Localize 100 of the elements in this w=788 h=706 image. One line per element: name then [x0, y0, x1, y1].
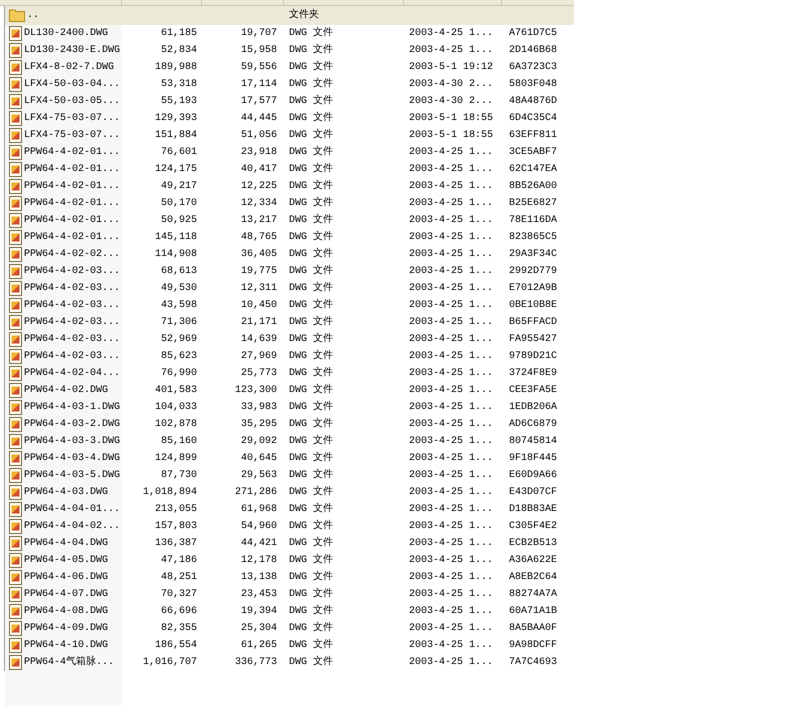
crc-value: 9F18F445	[509, 453, 558, 464]
crc-value: 2992D779	[509, 266, 558, 277]
modified-time: 2003-4-25 1...	[409, 147, 494, 158]
file-icon	[9, 638, 22, 653]
file-name: PPW64-4-07.DWG	[24, 588, 108, 602]
file-type: DWG 文件	[289, 419, 334, 430]
file-icon	[9, 366, 22, 381]
file-name: PPW64-4-02-03...	[24, 299, 120, 313]
file-icon	[9, 179, 22, 194]
file-name: PPW64-4-03-1.DWG	[24, 401, 120, 415]
file-name: PPW64-4-04-01...	[24, 503, 120, 517]
file-size: 145,118	[154, 232, 197, 243]
packed-size: 61,968	[240, 504, 277, 515]
file-icon	[9, 417, 22, 432]
file-icon	[9, 281, 22, 296]
packed-size: 13,217	[240, 215, 277, 226]
file-size: 1,018,894	[142, 487, 197, 498]
crc-value: E43D07CF	[509, 487, 558, 498]
modified-time: 2003-5-1 18:55	[409, 130, 494, 141]
modified-time: 2003-4-25 1...	[409, 487, 494, 498]
file-icon	[9, 553, 22, 568]
file-name: PPW64-4-02-03...	[24, 333, 120, 347]
packed-size: 44,421	[240, 538, 277, 549]
file-name: PPW64-4-05.DWG	[24, 554, 108, 568]
crc-value: 3CE5ABF7	[509, 147, 558, 158]
file-icon	[9, 315, 22, 330]
file-name: PPW64-4-04.DWG	[24, 537, 108, 551]
file-type: DWG 文件	[289, 504, 334, 515]
file-name: PPW64-4-02-01...	[24, 146, 120, 160]
crc-value: 78E116DA	[509, 215, 558, 226]
modified-time: 2003-4-25 1...	[409, 249, 494, 260]
modified-time: 2003-4-25 1...	[409, 589, 494, 600]
packed-size: 19,394	[240, 606, 277, 617]
file-type: DWG 文件	[289, 300, 334, 311]
file-icon	[9, 111, 22, 126]
file-icon	[9, 587, 22, 602]
packed-size: 17,577	[240, 96, 277, 107]
file-icon	[9, 77, 22, 92]
file-size: 76,601	[160, 147, 197, 158]
file-name: PPW64-4-06.DWG	[24, 571, 108, 585]
crc-value: 7A7C4693	[509, 657, 558, 668]
file-icon	[9, 570, 22, 585]
file-size: 186,554	[154, 640, 197, 651]
folder-icon	[9, 9, 25, 22]
modified-time: 2003-4-30 2...	[409, 96, 494, 107]
crc-value: 80745814	[509, 436, 558, 447]
file-icon	[9, 536, 22, 551]
file-type: DWG 文件	[289, 640, 334, 651]
file-icon	[9, 502, 22, 517]
file-name: LFX4-50-03-04...	[24, 78, 120, 92]
modified-time: 2003-4-25 1...	[409, 317, 494, 328]
packed-size: 271,286	[234, 487, 277, 498]
file-size: 52,834	[160, 45, 197, 56]
file-icon	[9, 485, 22, 500]
modified-time: 2003-4-25 1...	[409, 538, 494, 549]
file-name: PPW64-4-02.DWG	[24, 384, 108, 398]
packed-size: 54,960	[240, 521, 277, 532]
file-type: DWG 文件	[289, 283, 334, 294]
file-icon	[9, 434, 22, 449]
crc-value: E7012A9B	[509, 283, 558, 294]
file-size: 47,186	[160, 555, 197, 566]
file-type: DWG 文件	[289, 555, 334, 566]
crc-value: 29A3F34C	[509, 249, 558, 260]
file-type: DWG 文件	[289, 113, 334, 124]
file-icon	[9, 519, 22, 534]
file-icon	[9, 247, 22, 262]
file-icon	[9, 145, 22, 160]
file-name: PPW64-4-02-03...	[24, 316, 120, 330]
packed-size: 12,225	[240, 181, 277, 192]
file-type: DWG 文件	[289, 521, 334, 532]
file-icon	[9, 43, 22, 58]
crc-value: E60D9A66	[509, 470, 558, 481]
crc-value: 8B526A00	[509, 181, 558, 192]
file-type: DWG 文件	[289, 402, 334, 413]
modified-time: 2003-5-1 18:55	[409, 113, 494, 124]
file-size: 151,884	[154, 130, 197, 141]
packed-size: 13,138	[240, 572, 277, 583]
packed-size: 12,178	[240, 555, 277, 566]
file-type: DWG 文件	[289, 589, 334, 600]
file-size: 49,530	[160, 283, 197, 294]
file-icon	[9, 128, 22, 143]
file-type: DWG 文件	[289, 164, 334, 175]
file-type: DWG 文件	[289, 606, 334, 617]
file-size: 157,803	[154, 521, 197, 532]
packed-size: 12,334	[240, 198, 277, 209]
crc-value: 1EDB206A	[509, 402, 558, 413]
crc-value: ECB2B513	[509, 538, 558, 549]
packed-size: 36,405	[240, 249, 277, 260]
file-name: PPW64-4-08.DWG	[24, 605, 108, 619]
packed-size: 27,969	[240, 351, 277, 362]
file-name: PPW64-4-03-4.DWG	[24, 452, 120, 466]
file-size: 189,988	[154, 62, 197, 73]
modified-time: 2003-4-25 1...	[409, 436, 494, 447]
packed-size: 51,056	[240, 130, 277, 141]
modified-time: 2003-4-25 1...	[409, 385, 494, 396]
file-type: DWG 文件	[289, 232, 334, 243]
packed-size: 48,765	[240, 232, 277, 243]
modified-time: 2003-4-25 1...	[409, 266, 494, 277]
modified-time: 2003-4-25 1...	[409, 368, 494, 379]
crc-value: 6A3723C3	[509, 62, 558, 73]
